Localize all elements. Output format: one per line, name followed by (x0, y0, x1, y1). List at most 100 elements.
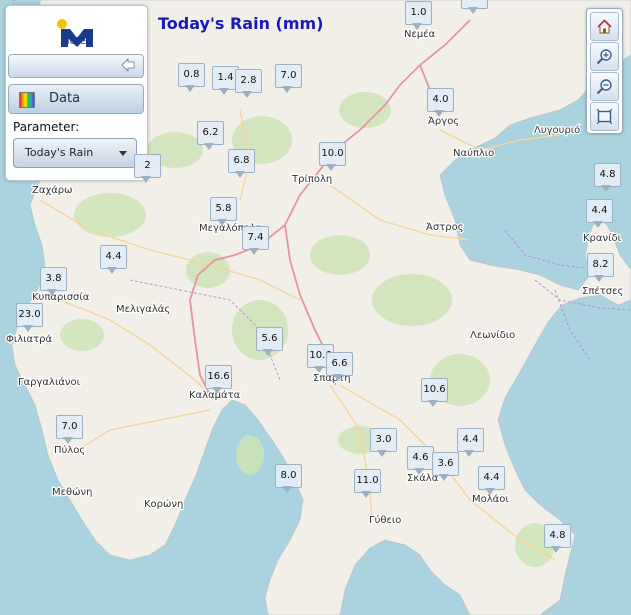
marker-pointer (468, 7, 478, 14)
rain-station-marker[interactable]: 10.0 (319, 142, 346, 171)
marker-pointer (235, 171, 245, 178)
rain-station-marker[interactable]: 5.8 (210, 197, 237, 226)
place-label: Ναύπλιο (453, 147, 494, 159)
place-label: Μελιγαλάς (116, 303, 170, 315)
place-label: Πύλος (54, 444, 85, 456)
rain-station-marker[interactable]: 3.0 (370, 428, 397, 457)
rain-station-marker[interactable]: 6.6 (326, 352, 353, 381)
rain-station-marker[interactable]: 4.8 (594, 163, 621, 192)
rain-station-marker[interactable]: 2.0 (461, 0, 488, 14)
marker-pointer (551, 546, 561, 553)
marker-pointer (439, 474, 449, 481)
zoom-in-button[interactable] (590, 42, 619, 71)
rain-station-marker[interactable]: 3.6 (432, 452, 459, 481)
parameter-select[interactable]: Today's Rain (13, 138, 137, 168)
rain-station-marker[interactable]: 10.6 (421, 378, 448, 407)
control-panel: Meteo Data Parameter: Today's Rain (5, 5, 148, 181)
marker-pointer (23, 325, 33, 332)
rain-station-marker[interactable]: 2.8 (235, 69, 262, 98)
home-button[interactable] (590, 12, 619, 41)
marker-pointer (282, 86, 292, 93)
marker-pointer (428, 400, 438, 407)
marker-pointer (326, 164, 336, 171)
marker-pointer (333, 374, 343, 381)
zoom-extent-button[interactable] (590, 102, 619, 131)
marker-pointer (185, 85, 195, 92)
rain-station-marker[interactable]: 16.6 (205, 365, 232, 394)
home-icon (597, 19, 612, 34)
place-label: Λεωνίδιο (470, 329, 515, 341)
place-label: Γύθειο (369, 514, 401, 526)
rain-value-label: 3.0 (370, 428, 397, 452)
marker-pointer (9, 0, 19, 2)
zoom-extent-icon (596, 108, 613, 125)
rain-value-label: 3.8 (40, 267, 67, 291)
data-button[interactable]: Data (8, 84, 144, 114)
parameter-select-value: Today's Rain (25, 146, 94, 159)
place-label: Ζαχάρω (32, 184, 73, 196)
map-title: Today's Rain (mm) (158, 14, 324, 33)
marker-pointer (601, 185, 611, 192)
parameter-label: Parameter: (13, 120, 80, 134)
marker-pointer (204, 143, 214, 150)
marker-pointer (249, 248, 259, 255)
zoom-out-button[interactable] (590, 72, 619, 101)
zoom-in-icon (596, 49, 612, 65)
rain-station-marker[interactable]: 7.4 (242, 226, 269, 255)
rain-station-marker[interactable]: 8.0 (275, 464, 302, 493)
rain-value-label: 8.2 (587, 253, 614, 277)
collapse-panel-button[interactable] (8, 54, 144, 78)
rain-station-marker[interactable]: 6.2 (197, 121, 224, 150)
marker-pointer (107, 267, 117, 274)
marker-pointer (593, 221, 603, 228)
marker-pointer (485, 488, 495, 495)
chevron-down-icon (119, 151, 127, 156)
rain-value-label: 2.8 (235, 69, 262, 93)
rain-value-label: 4.4 (586, 199, 613, 223)
place-label: Μεθώνη (52, 486, 92, 498)
rain-value-label: 4.0 (427, 88, 454, 112)
rain-station-marker[interactable]: 1.0 (405, 1, 432, 30)
marker-pointer (47, 289, 57, 296)
data-button-label: Data (49, 91, 81, 106)
rain-station-marker[interactable]: 6.8 (228, 149, 255, 178)
rain-value-label: 8.0 (275, 464, 302, 488)
marker-pointer (212, 387, 222, 394)
marker-pointer (434, 110, 444, 117)
rain-station-marker[interactable]: 4.4 (586, 199, 613, 228)
place-label: Άστρος (426, 221, 464, 233)
rain-value-label: 7.4 (242, 226, 269, 250)
rain-value-label: 10.6 (421, 378, 448, 402)
rain-station-marker[interactable]: 4.6 (407, 446, 434, 475)
marker-pointer (242, 91, 252, 98)
rain-station-marker[interactable]: 4.8 (544, 524, 571, 553)
rain-station-marker[interactable]: 0.8 (178, 63, 205, 92)
rain-station-marker[interactable]: 4.4 (457, 428, 484, 457)
rain-value-label: 0.8 (178, 63, 205, 87)
rain-value-label: 7.0 (56, 415, 83, 439)
marker-pointer (282, 486, 292, 493)
marker-pointer (314, 366, 324, 373)
rain-station-marker[interactable]: 8.2 (587, 253, 614, 282)
rain-station-marker[interactable]: 4.4 (100, 245, 127, 274)
rain-value-label: 6.2 (197, 121, 224, 145)
logo-text: Meteo (61, 36, 92, 47)
marker-pointer (217, 219, 227, 226)
marker-pointer (141, 176, 151, 183)
rain-value-label: 23.0 (16, 303, 43, 327)
rain-station-marker[interactable]: 7.0 (275, 64, 302, 93)
rain-value-label: 10.0 (319, 142, 346, 166)
rain-value-label: 5.8 (210, 197, 237, 221)
arrow-left-icon (121, 58, 135, 72)
rain-station-marker[interactable]: 11.0 (354, 469, 381, 498)
rain-station-marker[interactable]: 4.4 (478, 466, 505, 495)
rain-station-marker[interactable]: 4.0 (427, 88, 454, 117)
rain-station-marker[interactable]: 5.6 (256, 327, 283, 356)
rain-station-marker[interactable]: 7.0 (56, 415, 83, 444)
rain-value-label: 2 (134, 154, 161, 178)
marker-pointer (361, 491, 371, 498)
rain-station-marker[interactable]: 2 (134, 154, 161, 183)
rain-station-marker[interactable]: 3.8 (40, 267, 67, 296)
rain-station-marker[interactable]: 23.0 (16, 303, 43, 332)
rain-value-label: 4.4 (457, 428, 484, 452)
